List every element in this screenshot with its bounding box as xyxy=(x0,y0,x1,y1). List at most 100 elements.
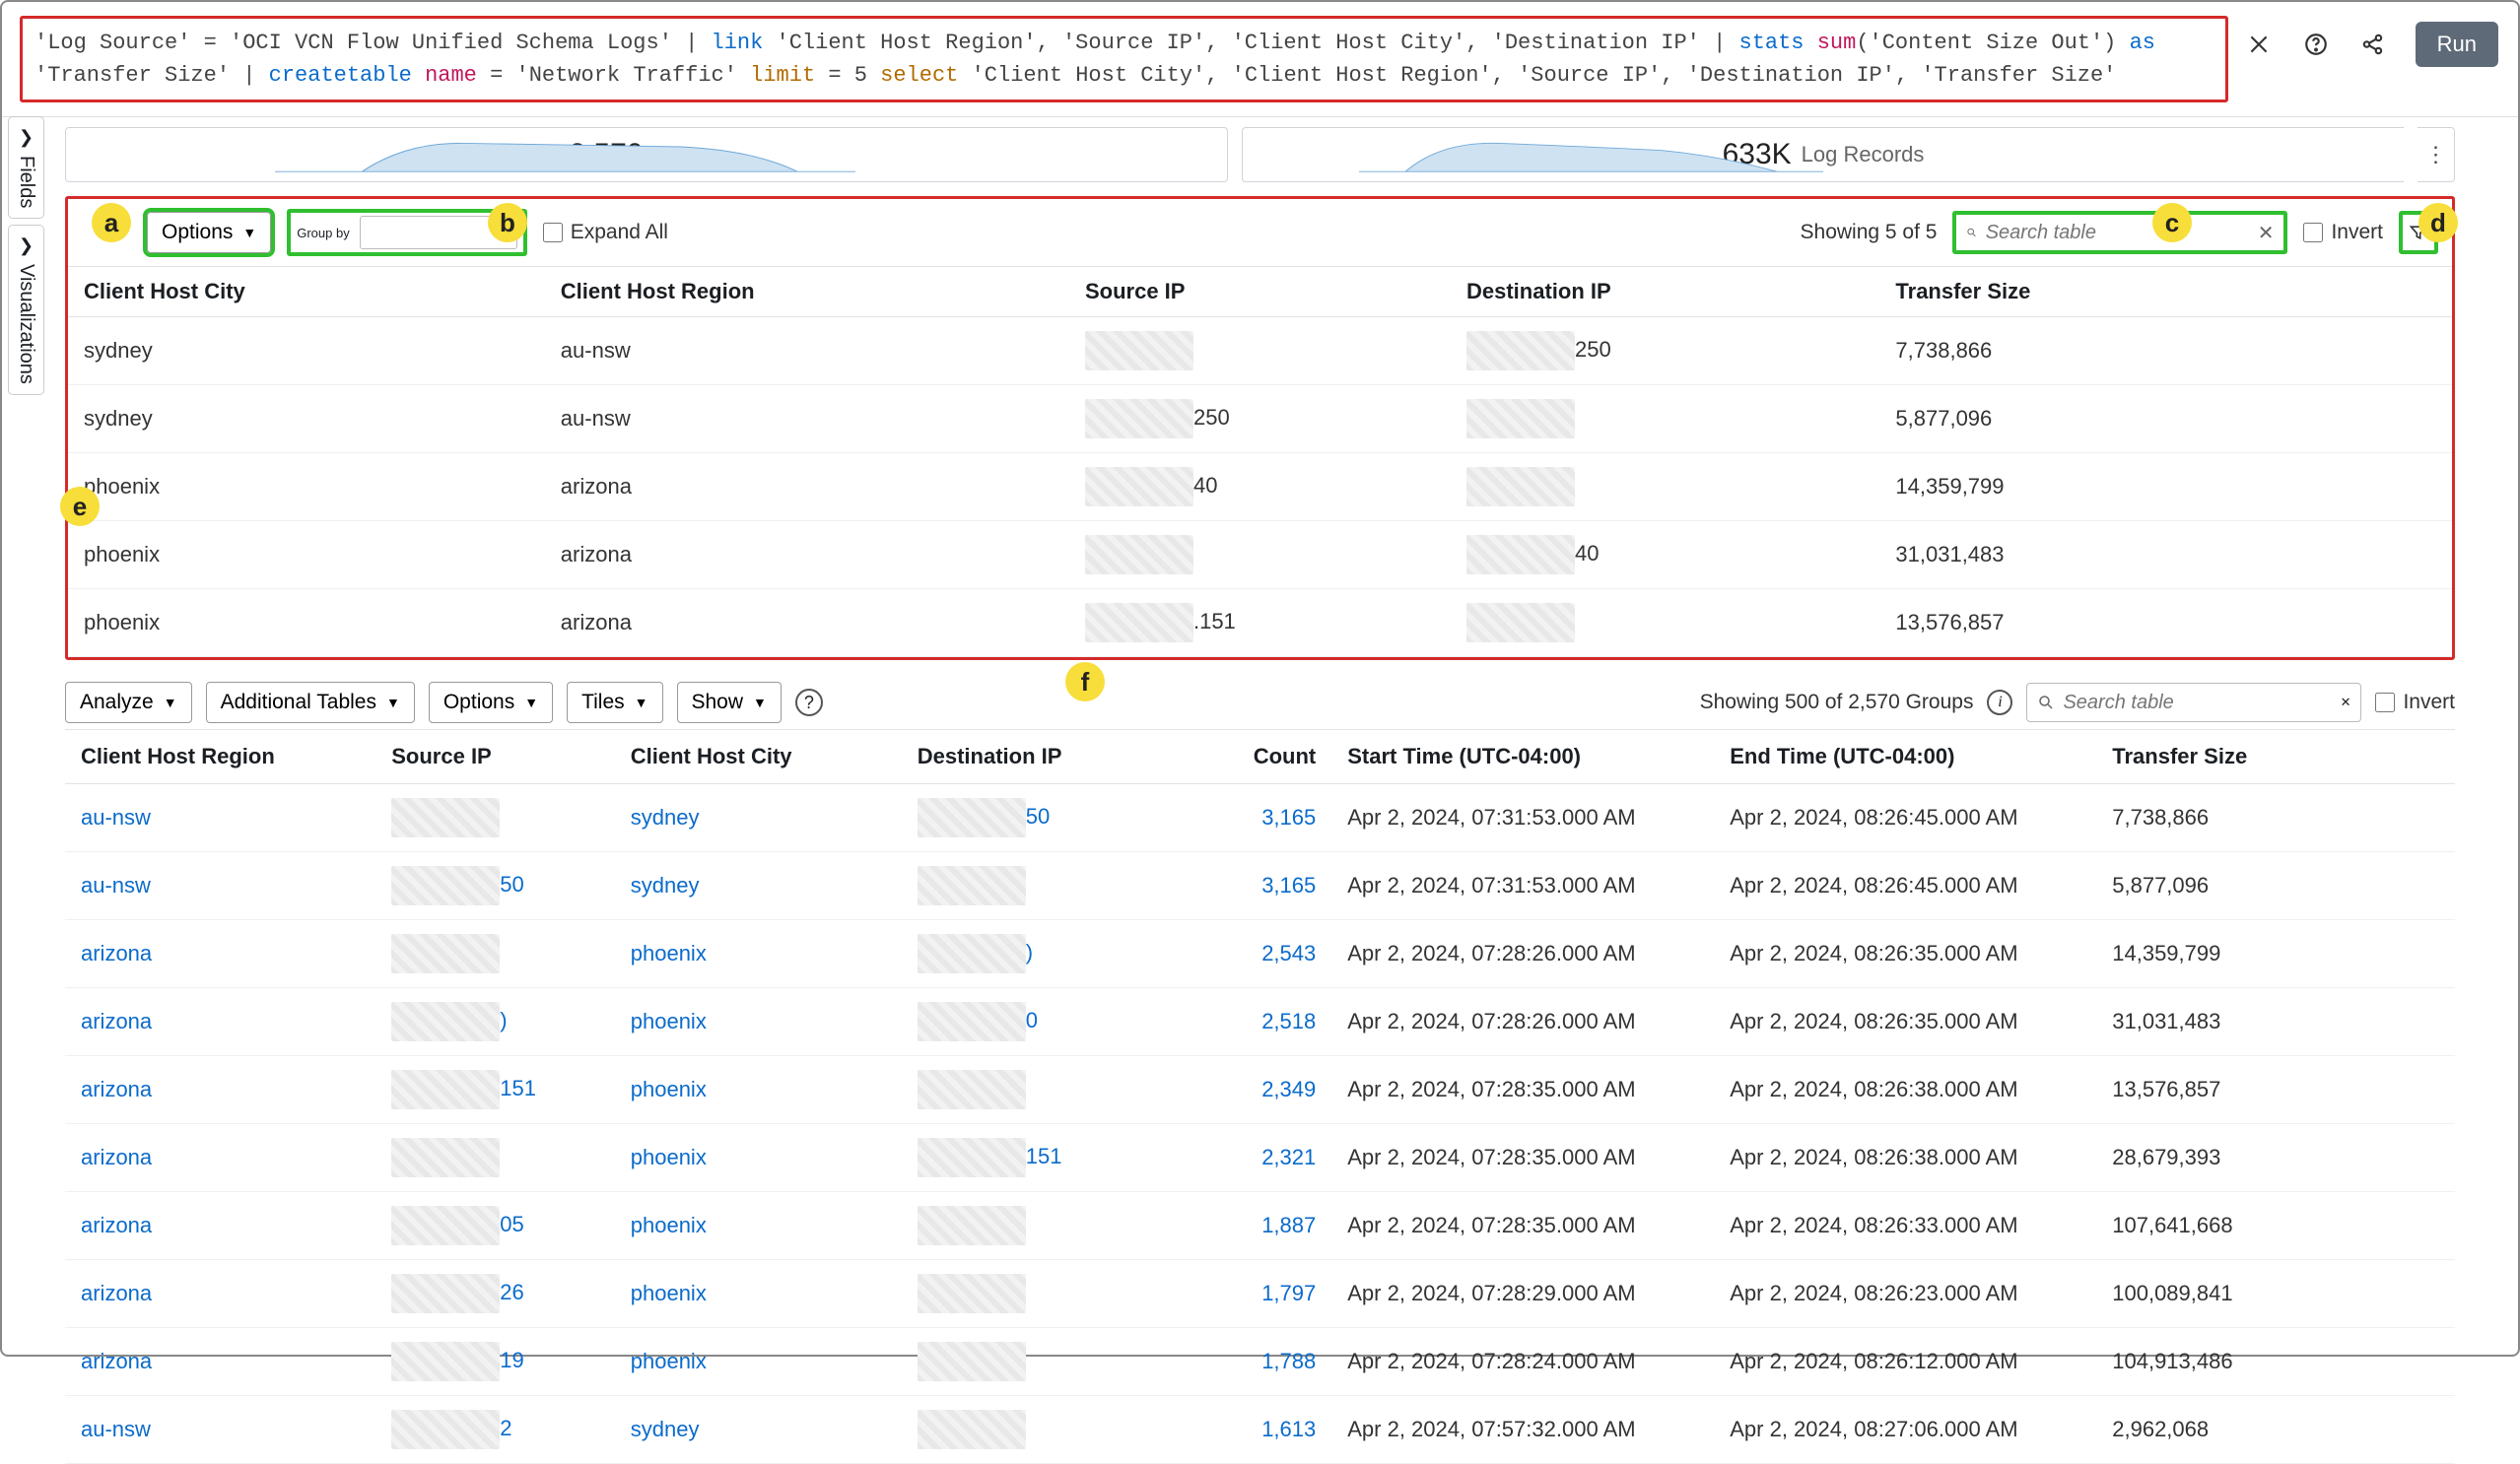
cell2-region[interactable]: au-nsw xyxy=(65,852,375,920)
col-transfer[interactable]: Transfer Size xyxy=(1879,267,2452,317)
invert-checkbox[interactable]: Invert xyxy=(2303,221,2383,244)
clear-search-icon[interactable]: ✕ xyxy=(2258,221,2275,245)
cell2-count[interactable]: 1,613 xyxy=(1165,1396,1332,1464)
cell2-region[interactable]: arizona xyxy=(65,1124,375,1192)
cell2-src[interactable]: ) xyxy=(375,988,615,1056)
col2-dst[interactable]: Destination IP xyxy=(902,730,1165,784)
cell2-region[interactable]: arizona xyxy=(65,1056,375,1124)
close-icon[interactable] xyxy=(2244,30,2274,59)
cell2-count[interactable]: 2,349 xyxy=(1165,1056,1332,1124)
col2-count[interactable]: Count xyxy=(1165,730,1332,784)
query-text[interactable]: 'Log Source' = 'OCI VCN Flow Unified Sch… xyxy=(20,16,2228,102)
table-row[interactable]: phoenixarizona.15113,576,857 xyxy=(68,589,2452,657)
search-table2-input[interactable]: ✕ xyxy=(2026,683,2361,722)
side-tab-visualizations[interactable]: ❯Visualizations xyxy=(8,225,44,395)
cell2-src[interactable] xyxy=(375,1124,615,1192)
cell2-src[interactable]: 2 xyxy=(375,1396,615,1464)
cell2-count[interactable]: 2,518 xyxy=(1165,988,1332,1056)
table-row[interactable]: au-nsw50sydney3,165Apr 2, 2024, 07:31:53… xyxy=(65,852,2455,920)
cell2-dst[interactable]: 151 xyxy=(902,1124,1165,1192)
table-row[interactable]: arizona151phoenix2,349Apr 2, 2024, 07:28… xyxy=(65,1056,2455,1124)
cell2-dst[interactable] xyxy=(902,1260,1165,1328)
table-row[interactable]: au-nsw2sydney1,613Apr 2, 2024, 07:57:32.… xyxy=(65,1396,2455,1464)
options-dropdown[interactable]: Options▼ xyxy=(147,212,271,253)
col2-transfer[interactable]: Transfer Size xyxy=(2096,730,2455,784)
cell2-region[interactable]: arizona xyxy=(65,988,375,1056)
cell2-region[interactable]: arizona xyxy=(65,1328,375,1396)
cell2-count[interactable]: 2,543 xyxy=(1165,920,1332,988)
table-row[interactable]: arizona05phoenix1,887Apr 2, 2024, 07:28:… xyxy=(65,1192,2455,1260)
cell2-src[interactable]: 05 xyxy=(375,1192,615,1260)
col-region[interactable]: Client Host Region xyxy=(545,267,1069,317)
side-tab-fields[interactable]: ❯Fields xyxy=(8,116,44,219)
cell2-count[interactable]: 2,321 xyxy=(1165,1124,1332,1192)
cell2-src[interactable] xyxy=(375,784,615,852)
table-row[interactable]: arizonaphoenix1512,321Apr 2, 2024, 07:28… xyxy=(65,1124,2455,1192)
share-icon[interactable] xyxy=(2358,30,2388,59)
cell2-count[interactable]: 1,797 xyxy=(1165,1260,1332,1328)
cell2-dst[interactable]: 0 xyxy=(902,988,1165,1056)
cell2-dst[interactable] xyxy=(902,1192,1165,1260)
options2-dropdown[interactable]: Options▼ xyxy=(429,682,553,723)
cell2-src[interactable]: 151 xyxy=(375,1056,615,1124)
cell2-count[interactable]: 3,165 xyxy=(1165,852,1332,920)
table-row[interactable]: sydneyau-nsw2505,877,096 xyxy=(68,385,2452,453)
cell2-src[interactable] xyxy=(375,920,615,988)
table-row[interactable]: arizonaphoenix)2,543Apr 2, 2024, 07:28:2… xyxy=(65,920,2455,988)
summary-records[interactable]: 633K Log Records xyxy=(1242,127,2404,182)
cell2-city[interactable]: phoenix xyxy=(615,1260,902,1328)
col2-region[interactable]: Client Host Region xyxy=(65,730,375,784)
cell2-city[interactable]: sydney xyxy=(615,852,902,920)
col2-start[interactable]: Start Time (UTC-04:00) xyxy=(1331,730,1714,784)
cell2-city[interactable]: sydney xyxy=(615,1396,902,1464)
cell2-region[interactable]: arizona xyxy=(65,1192,375,1260)
cell2-count[interactable]: 3,165 xyxy=(1165,784,1332,852)
cell2-dst[interactable] xyxy=(902,1328,1165,1396)
col-dst[interactable]: Destination IP xyxy=(1451,267,1879,317)
cell2-count[interactable]: 1,788 xyxy=(1165,1328,1332,1396)
cell2-region[interactable]: arizona xyxy=(65,920,375,988)
cell2-city[interactable]: phoenix xyxy=(615,920,902,988)
summary-groups[interactable]: 2,570 Groups xyxy=(65,127,1228,182)
tiles-dropdown[interactable]: Tiles▼ xyxy=(567,682,662,723)
cell2-city[interactable]: sydney xyxy=(615,784,902,852)
search-table-input[interactable]: ✕ xyxy=(1952,211,2287,254)
cell2-dst[interactable]: ) xyxy=(902,920,1165,988)
col-city[interactable]: Client Host City xyxy=(68,267,545,317)
cell2-src[interactable]: 50 xyxy=(375,852,615,920)
cell2-region[interactable]: au-nsw xyxy=(65,784,375,852)
cell2-region[interactable]: arizona xyxy=(65,1260,375,1328)
summary-menu-icon[interactable]: ⋮ xyxy=(2418,127,2455,182)
show-dropdown[interactable]: Show▼ xyxy=(677,682,782,723)
help-icon[interactable] xyxy=(2301,30,2331,59)
analyze-dropdown[interactable]: Analyze▼ xyxy=(65,682,192,723)
clear-search2-icon[interactable]: ✕ xyxy=(2341,695,2351,710)
table-row[interactable]: arizona26phoenix1,797Apr 2, 2024, 07:28:… xyxy=(65,1260,2455,1328)
col2-src[interactable]: Source IP xyxy=(375,730,615,784)
info-icon[interactable]: i xyxy=(1987,690,2012,715)
cell2-dst[interactable] xyxy=(902,1056,1165,1124)
cell2-src[interactable]: 19 xyxy=(375,1328,615,1396)
expand-all-checkbox[interactable]: Expand All xyxy=(543,221,668,244)
col-src[interactable]: Source IP xyxy=(1069,267,1451,317)
table-row[interactable]: arizona)phoenix02,518Apr 2, 2024, 07:28:… xyxy=(65,988,2455,1056)
cell2-city[interactable]: phoenix xyxy=(615,1056,902,1124)
table-row[interactable]: sydneyau-nsw2507,738,866 xyxy=(68,317,2452,385)
cell2-count[interactable]: 1,887 xyxy=(1165,1192,1332,1260)
cell2-dst[interactable]: 50 xyxy=(902,784,1165,852)
cell2-src[interactable]: 26 xyxy=(375,1260,615,1328)
table-row[interactable]: au-nswsydney503,165Apr 2, 2024, 07:31:53… xyxy=(65,784,2455,852)
table-row[interactable]: arizona19phoenix1,788Apr 2, 2024, 07:28:… xyxy=(65,1328,2455,1396)
additional-tables-dropdown[interactable]: Additional Tables▼ xyxy=(206,682,415,723)
col2-city[interactable]: Client Host City xyxy=(615,730,902,784)
cell2-dst[interactable] xyxy=(902,1396,1165,1464)
cell2-region[interactable]: au-nsw xyxy=(65,1396,375,1464)
help-icon[interactable]: ? xyxy=(795,689,823,716)
invert2-checkbox[interactable]: Invert xyxy=(2375,691,2455,714)
cell2-city[interactable]: phoenix xyxy=(615,988,902,1056)
col2-end[interactable]: End Time (UTC-04:00) xyxy=(1714,730,2096,784)
table-row[interactable]: phoenixarizona4014,359,799 xyxy=(68,453,2452,521)
table-row[interactable]: phoenixarizona4031,031,483 xyxy=(68,521,2452,589)
cell2-city[interactable]: phoenix xyxy=(615,1124,902,1192)
run-button[interactable]: Run xyxy=(2416,22,2498,67)
